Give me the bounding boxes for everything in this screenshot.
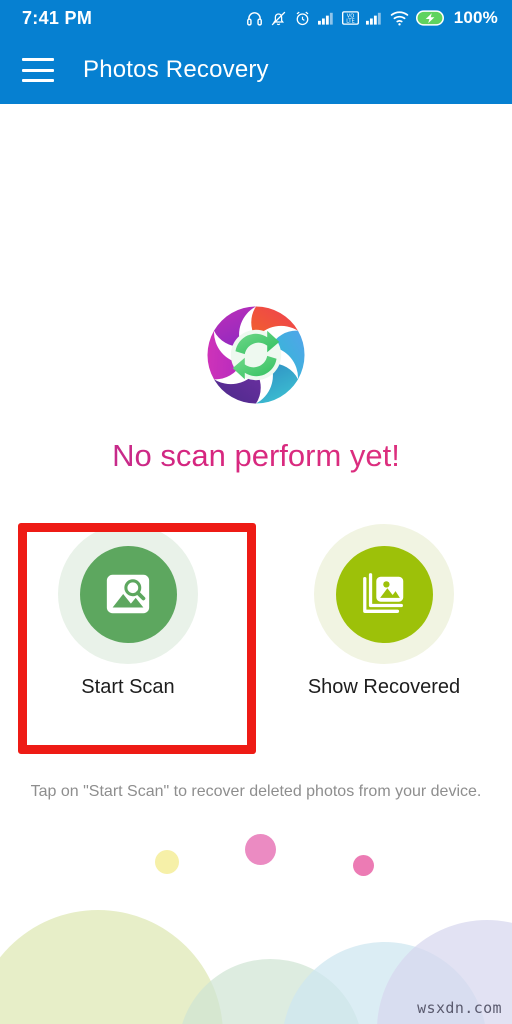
start-scan-halo: [58, 524, 198, 664]
start-scan-disc: [79, 545, 177, 643]
headline-no-scan: No scan perform yet!: [0, 438, 512, 474]
show-recovered-label: Show Recovered: [307, 676, 461, 698]
page-title: Photos Recovery: [83, 56, 269, 83]
signal-bars-2-icon: [365, 12, 381, 25]
status-icon-tray: VO LTE 100%: [246, 8, 498, 28]
headphones-icon: [246, 11, 262, 26]
dot-pink-large: [245, 834, 276, 865]
show-recovered-disc: [335, 545, 433, 643]
photos-recovery-swirl-logo: [207, 306, 305, 404]
alarm-clock-icon: [296, 11, 309, 25]
show-recovered-halo: [314, 524, 454, 664]
dot-pink-small: [353, 855, 374, 876]
app-bar: Photos Recovery: [0, 36, 512, 104]
start-scan-button[interactable]: Start Scan: [0, 524, 256, 699]
main-content: No scan perform yet! Start Scan Show Rec…: [0, 104, 512, 1024]
signal-bars-icon: [317, 12, 333, 25]
status-bar: 7:41 PM VO LTE 100%: [0, 0, 512, 36]
battery-charging-icon: [415, 10, 444, 26]
app-screen: 7:41 PM VO LTE 100% Photos Recovery No s…: [0, 0, 512, 1024]
wifi-icon: [390, 11, 409, 26]
app-logo-wrapper: [0, 299, 512, 411]
dot-yellow: [155, 850, 179, 874]
stacked-photos-icon: [363, 573, 404, 613]
hamburger-menu-icon[interactable]: [22, 58, 54, 82]
volte-icon: VO LTE: [341, 11, 359, 25]
svg-text:LTE: LTE: [346, 19, 354, 25]
image-search-icon: [106, 574, 150, 614]
notifications-muted-icon: [271, 11, 286, 25]
watermark: wsxdn.com: [417, 999, 502, 1017]
start-scan-label: Start Scan: [81, 676, 175, 698]
decorative-bubbles: wsxdn.com: [0, 814, 512, 1024]
hint-text: Tap on "Start Scan" to recover deleted p…: [30, 783, 482, 800]
show-recovered-button[interactable]: Show Recovered: [256, 524, 512, 699]
status-time: 7:41 PM: [22, 7, 93, 28]
action-row: Start Scan Show Recovered: [0, 524, 512, 699]
battery-percentage: 100%: [453, 8, 498, 27]
